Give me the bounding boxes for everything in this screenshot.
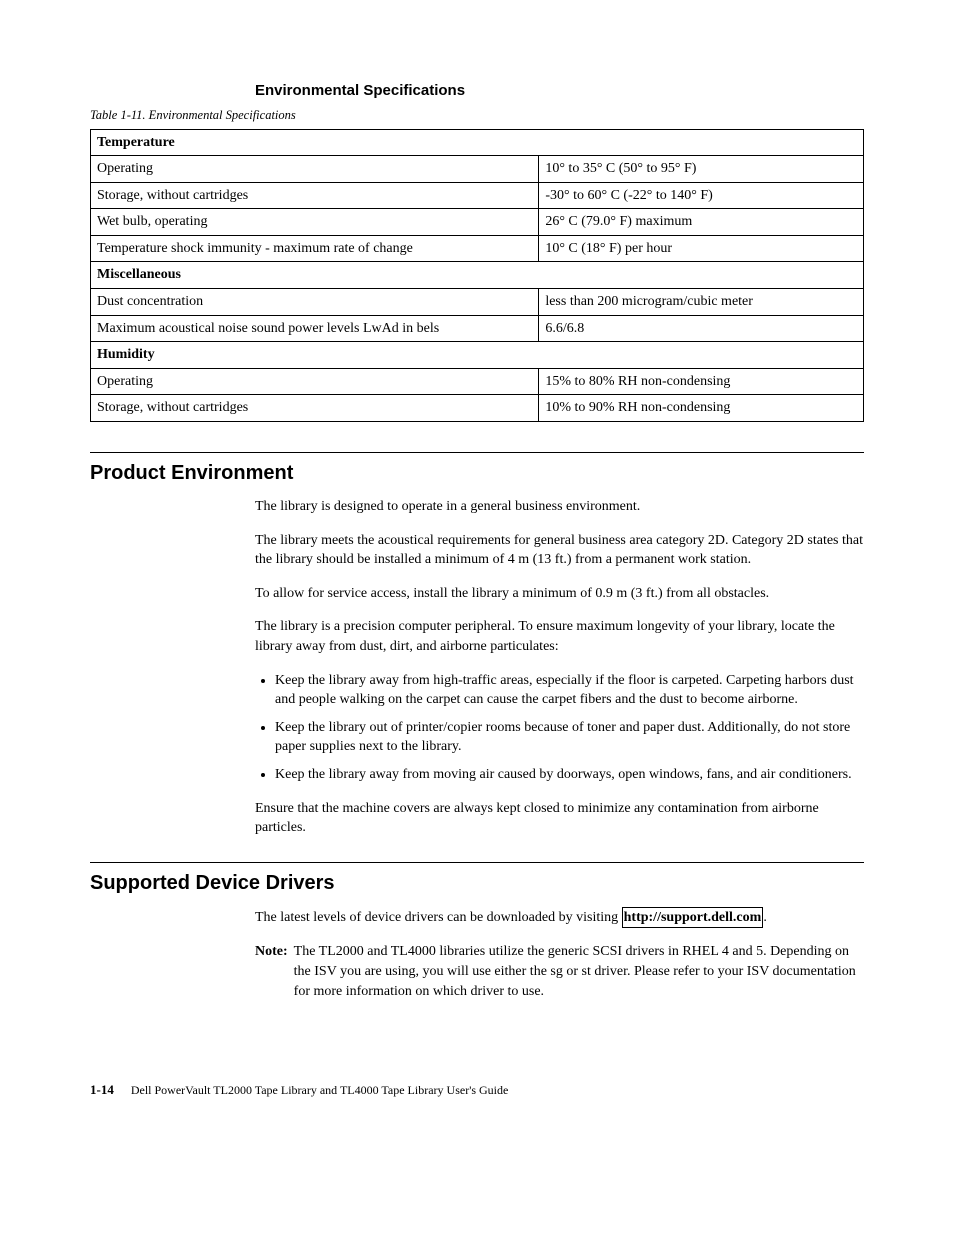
- table-row: Temperature: [91, 129, 864, 156]
- table-row: Storage, without cartridges-30° to 60° C…: [91, 182, 864, 209]
- paragraph: The library is designed to operate in a …: [255, 497, 864, 517]
- footer-text: Dell PowerVault TL2000 Tape Library and …: [131, 1083, 509, 1097]
- note: Note: The TL2000 and TL4000 libraries ut…: [255, 942, 864, 1001]
- paragraph: Ensure that the machine covers are alway…: [255, 799, 864, 838]
- table-row: Operating10° to 35° C (50° to 95° F): [91, 156, 864, 183]
- paragraph: The library meets the acoustical require…: [255, 531, 864, 570]
- text: The latest levels of device drivers can …: [255, 910, 622, 925]
- table-group-cell: Miscellaneous: [91, 262, 864, 289]
- table-value-cell: 10% to 90% RH non-condensing: [539, 395, 864, 422]
- table-row: Dust concentrationless than 200 microgra…: [91, 289, 864, 316]
- list-item: Keep the library away from moving air ca…: [275, 765, 864, 785]
- table-label-cell: Operating: [91, 368, 539, 395]
- table-row: Storage, without cartridges10% to 90% RH…: [91, 395, 864, 422]
- env-spec-heading: Environmental Specifications: [255, 80, 864, 101]
- table-label-cell: Temperature shock immunity - maximum rat…: [91, 235, 539, 262]
- table-label-cell: Storage, without cartridges: [91, 395, 539, 422]
- page-number: 1-14: [90, 1082, 114, 1097]
- table-value-cell: 10° to 35° C (50° to 95° F): [539, 156, 864, 183]
- table-value-cell: less than 200 microgram/cubic meter: [539, 289, 864, 316]
- table-label-cell: Wet bulb, operating: [91, 209, 539, 236]
- bullet-list: Keep the library away from high-traffic …: [255, 671, 864, 785]
- table-row: Miscellaneous: [91, 262, 864, 289]
- table-label-cell: Maximum acoustical noise sound power lev…: [91, 315, 539, 342]
- table-row: Operating15% to 80% RH non-condensing: [91, 368, 864, 395]
- table-value-cell: -30° to 60° C (-22° to 140° F): [539, 182, 864, 209]
- table-label-cell: Operating: [91, 156, 539, 183]
- text: .: [763, 910, 767, 925]
- table-caption: Table 1-11. Environmental Specifications: [90, 107, 864, 125]
- note-label: Note:: [255, 942, 294, 1001]
- table-row: Humidity: [91, 342, 864, 369]
- table-value-cell: 6.6/6.8: [539, 315, 864, 342]
- table-label-cell: Storage, without cartridges: [91, 182, 539, 209]
- env-spec-table: TemperatureOperating10° to 35° C (50° to…: [90, 129, 864, 423]
- page-footer: 1-14 Dell PowerVault TL2000 Tape Library…: [90, 1081, 864, 1099]
- table-value-cell: 15% to 80% RH non-condensing: [539, 368, 864, 395]
- support-link[interactable]: http://support.dell.com: [622, 907, 764, 929]
- table-value-cell: 26° C (79.0° F) maximum: [539, 209, 864, 236]
- table-group-cell: Humidity: [91, 342, 864, 369]
- table-value-cell: 10° C (18° F) per hour: [539, 235, 864, 262]
- table-row: Maximum acoustical noise sound power lev…: [91, 315, 864, 342]
- note-body: The TL2000 and TL4000 libraries utilize …: [294, 942, 864, 1001]
- list-item: Keep the library out of printer/copier r…: [275, 718, 864, 757]
- list-item: Keep the library away from high-traffic …: [275, 671, 864, 710]
- table-label-cell: Dust concentration: [91, 289, 539, 316]
- supported-drivers-heading: Supported Device Drivers: [90, 862, 864, 897]
- product-environment-heading: Product Environment: [90, 452, 864, 487]
- paragraph: To allow for service access, install the…: [255, 584, 864, 604]
- paragraph: The latest levels of device drivers can …: [255, 907, 864, 929]
- table-row: Temperature shock immunity - maximum rat…: [91, 235, 864, 262]
- table-group-cell: Temperature: [91, 129, 864, 156]
- paragraph: The library is a precision computer peri…: [255, 617, 864, 656]
- table-row: Wet bulb, operating26° C (79.0° F) maxim…: [91, 209, 864, 236]
